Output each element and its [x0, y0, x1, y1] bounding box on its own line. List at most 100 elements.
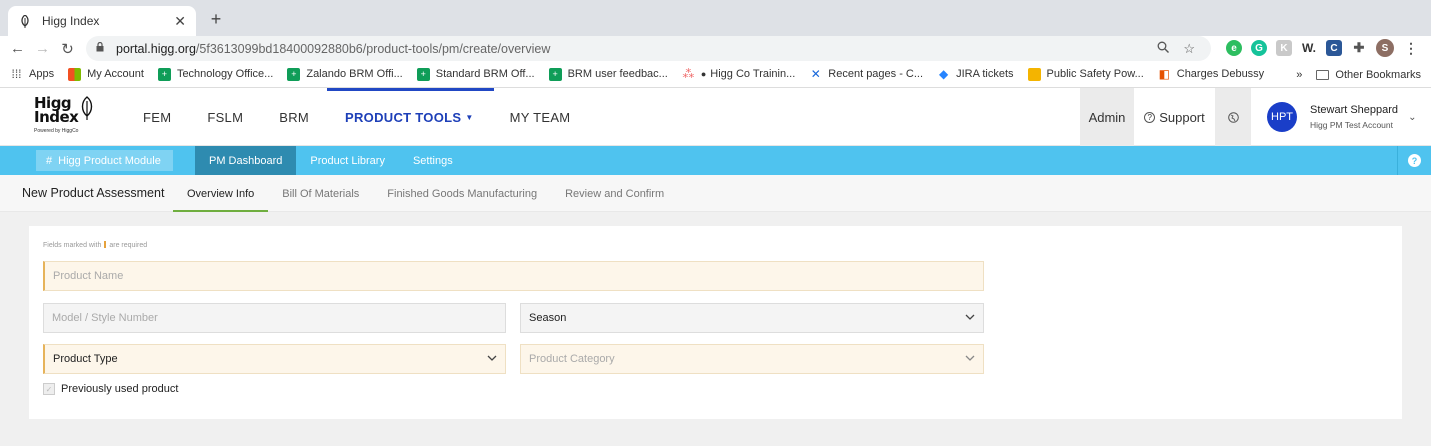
tab-product-library[interactable]: Product Library [296, 146, 399, 175]
sheets-icon: + [287, 67, 301, 81]
higg-index-logo[interactable]: Higg Index Powered by HiggCo [34, 96, 98, 138]
bookmark-jira-tickets[interactable]: ◆ JIRA tickets [937, 67, 1014, 81]
chevron-down-icon [487, 353, 497, 363]
overview-form: Fields marked with are required Product N… [29, 226, 1402, 419]
close-tab-icon[interactable]: ✕ [174, 13, 186, 30]
nav-label: FEM [143, 109, 172, 125]
dot-icon: ● [700, 69, 707, 79]
bookmark-technology-office[interactable]: + Technology Office... [157, 67, 273, 81]
browser-menu-icon[interactable]: ⋮ [1403, 40, 1419, 56]
required-note-prefix: Fields marked with [43, 242, 102, 249]
bookmark-my-account[interactable]: My Account [68, 67, 144, 81]
more-bookmarks-chevron-icon[interactable]: » [1296, 69, 1302, 81]
new-tab-icon[interactable]: + [206, 8, 226, 30]
reload-icon[interactable]: ↻ [55, 40, 80, 58]
bookmark-zalando-brm[interactable]: + Zalando BRM Offi... [287, 67, 403, 81]
apps-grid-icon: ⁞⁞⁞ [11, 67, 22, 81]
module-help-button[interactable]: ? [1397, 146, 1431, 175]
w-extension-icon[interactable]: W. [1301, 40, 1317, 56]
product-name-field[interactable]: Product Name [43, 261, 984, 291]
user-name: Stewart Sheppard [1310, 104, 1399, 116]
address-bar[interactable]: portal.higg.org/5f3613099bd18400092880b6… [86, 36, 1211, 61]
browser-tabstrip: Higg Index ✕ + [0, 0, 1431, 36]
tab-pm-dashboard[interactable]: PM Dashboard [195, 146, 297, 175]
bookmark-recent-pages[interactable]: ✕ Recent pages - C... [809, 67, 924, 81]
checkbox-icon: ✓ [43, 383, 55, 395]
nav-fslm[interactable]: FSLM [207, 88, 243, 146]
bookmark-public-safety[interactable]: Public Safety Pow... [1027, 67, 1144, 81]
browser-tab[interactable]: Higg Index ✕ [8, 6, 196, 36]
language-globe-icon[interactable] [1215, 88, 1251, 146]
required-marker [104, 241, 107, 248]
slides-icon [1027, 67, 1041, 81]
step-bill-of-materials[interactable]: Bill Of Materials [268, 175, 373, 212]
bookmark-brm-feedback[interactable]: + BRM user feedbac... [548, 67, 668, 81]
nav-label: MY TEAM [509, 109, 571, 125]
bookmark-star-icon[interactable]: ☆ [1183, 41, 1195, 57]
product-type-select[interactable]: Product Type [43, 344, 506, 374]
previously-used-label: Previously used product [61, 383, 179, 395]
caret-down-icon: ▼ [465, 112, 474, 122]
chevron-down-icon [965, 353, 975, 363]
bookmark-label: Zalando BRM Offi... [306, 68, 403, 80]
bookmark-charges-debussy[interactable]: ◧ Charges Debussy [1158, 67, 1265, 81]
bookmark-standard-brm[interactable]: + Standard BRM Off... [416, 67, 535, 81]
k-extension-icon[interactable]: K [1276, 40, 1292, 56]
grammarly-icon[interactable]: G [1251, 40, 1267, 56]
nav-product-tools[interactable]: PRODUCT TOOLS ▼ [327, 88, 494, 146]
bookmark-apps[interactable]: ⁞⁞⁞ Apps [10, 67, 54, 81]
zoom-search-icon[interactable] [1157, 41, 1170, 57]
bookmark-higg-co-training[interactable]: ⁂ ● Higg Co Trainin... [682, 67, 795, 81]
microsoft-icon [68, 67, 82, 81]
step-finished-goods-manufacturing[interactable]: Finished Goods Manufacturing [373, 175, 551, 212]
module-tabs: PM Dashboard Product Library Settings [195, 146, 467, 175]
nav-fem[interactable]: FEM [143, 88, 171, 146]
support-label: Support [1159, 109, 1205, 125]
nav-my-team[interactable]: MY TEAM [510, 88, 571, 146]
bookmark-label: Public Safety Pow... [1046, 68, 1144, 80]
support-button[interactable]: ? Support [1134, 88, 1215, 146]
browser-toolbar: ← → ↻ portal.higg.org/5f3613099bd1840009… [0, 36, 1431, 61]
product-type-value: Product Type [53, 353, 118, 365]
step-tabs: Overview Info Bill Of Materials Finished… [173, 175, 678, 212]
season-select[interactable]: Season [520, 303, 984, 333]
nav-label: FSLM [207, 109, 244, 125]
step-overview-info[interactable]: Overview Info [173, 175, 269, 212]
profile-avatar-icon[interactable]: S [1376, 39, 1394, 57]
back-arrow-icon[interactable]: ← [5, 40, 30, 57]
logo-leaf-icon [81, 96, 93, 120]
tab-settings[interactable]: Settings [399, 146, 467, 175]
product-category-placeholder: Product Category [529, 353, 615, 365]
module-bar: # Higg Product Module PM Dashboard Produ… [0, 146, 1431, 175]
header-right: Admin ? Support HPT Stewart Sheppard Higg… [1080, 88, 1431, 146]
browser-tab-title: Higg Index [42, 14, 100, 28]
main-nav: FEM FSLM BRM PRODUCT TOOLS ▼ MY TEAM [143, 88, 606, 146]
c-extension-icon[interactable]: C [1326, 40, 1342, 56]
season-value: Season [529, 312, 567, 324]
module-badge[interactable]: # Higg Product Module [36, 150, 173, 171]
extensions-puzzle-icon[interactable]: ✚ [1351, 40, 1367, 56]
higg-leaf-icon [18, 14, 32, 28]
user-menu[interactable]: HPT Stewart Sheppard Higg PM Test Accoun… [1251, 88, 1431, 146]
bookmark-label: Standard BRM Off... [435, 68, 535, 80]
url-host: portal.higg.org [116, 41, 196, 56]
other-bookmarks[interactable]: Other Bookmarks [1335, 69, 1421, 81]
help-circle-icon: ? [1144, 111, 1156, 123]
module-hash-icon: # [46, 154, 53, 167]
bookmark-label: Recent pages - C... [828, 68, 924, 80]
evernote-icon[interactable]: e [1226, 40, 1242, 56]
extensions-area: e G K W. C ✚ S ⋮ [1226, 39, 1419, 57]
forward-arrow-icon[interactable]: → [30, 40, 55, 57]
sheets-icon: + [548, 67, 562, 81]
admin-button[interactable]: Admin [1080, 88, 1134, 146]
app-header: Higg Index Powered by HiggCo FEM FSLM BR… [0, 88, 1431, 146]
chevron-down-icon [965, 312, 975, 322]
bookmark-label: JIRA tickets [956, 68, 1014, 80]
product-category-select[interactable]: Product Category [520, 344, 984, 374]
step-review-and-confirm[interactable]: Review and Confirm [551, 175, 678, 212]
model-style-number-field[interactable]: Model / Style Number [43, 303, 506, 333]
previously-used-checkbox[interactable]: ✓ Previously used product [43, 383, 178, 395]
content-area: Fields marked with are required Product N… [0, 212, 1431, 446]
lock-icon [96, 41, 106, 55]
nav-brm[interactable]: BRM [279, 88, 309, 146]
